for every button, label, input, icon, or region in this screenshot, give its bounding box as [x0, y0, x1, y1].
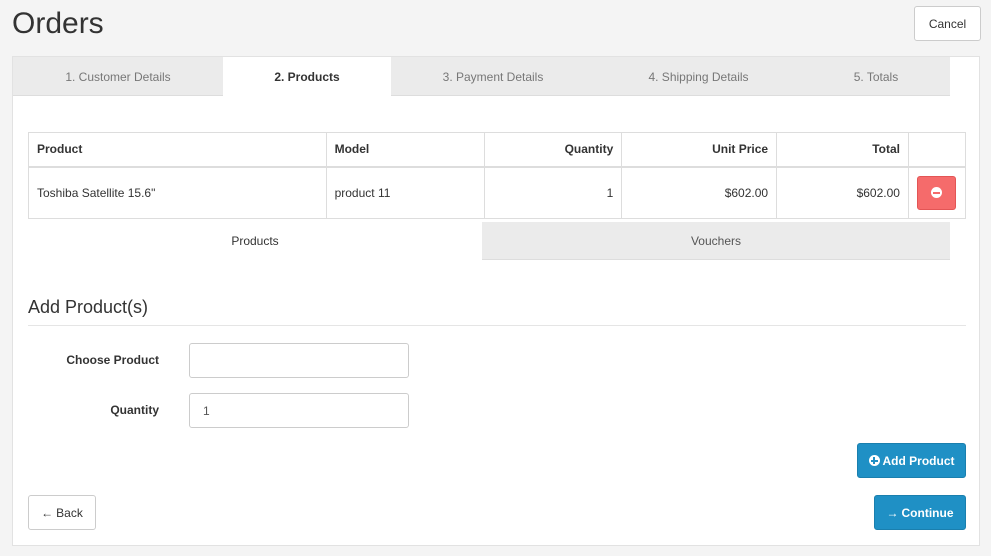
page-title: Orders	[12, 7, 104, 40]
tab-payment-details[interactable]: 3. Payment Details	[391, 57, 595, 96]
order-panel: 1. Customer Details 2. Products 3. Payme…	[12, 56, 980, 546]
header-total: Total	[776, 132, 909, 168]
cell-model: product 11	[325, 166, 486, 219]
tab-totals[interactable]: 5. Totals	[802, 57, 950, 96]
choose-product-input[interactable]	[189, 343, 409, 378]
tab-shipping-details[interactable]: 4. Shipping Details	[595, 57, 802, 96]
sub-tabs: Products Vouchers	[28, 222, 950, 260]
remove-product-button[interactable]	[917, 175, 957, 210]
quantity-label: Quantity	[110, 403, 159, 417]
tab-sub-vouchers[interactable]: Vouchers	[482, 222, 950, 260]
header-action	[907, 132, 967, 168]
cell-unit-price: $602.00	[621, 166, 778, 219]
cell-product: Toshiba Satellite 15.6"	[28, 166, 327, 219]
cell-quantity: 1	[484, 166, 623, 219]
quantity-input[interactable]	[189, 393, 409, 428]
back-label: Back	[56, 505, 83, 520]
minus-circle-icon	[931, 187, 943, 199]
add-product-label: Add Product	[882, 453, 955, 468]
add-product-button[interactable]: Add Product	[857, 443, 966, 478]
continue-label: Continue	[901, 505, 954, 520]
continue-button[interactable]: → Continue	[874, 495, 966, 530]
table-row: Toshiba Satellite 15.6" product 11 1 $60…	[28, 166, 967, 219]
plus-circle-icon	[868, 455, 880, 466]
arrow-right-icon: →	[886, 505, 899, 520]
section-divider	[28, 325, 966, 326]
tab-products[interactable]: 2. Products	[223, 57, 391, 97]
tab-customer-details[interactable]: 1. Customer Details	[13, 57, 223, 96]
arrow-left-icon: ←	[41, 505, 54, 520]
header-product: Product	[28, 132, 327, 168]
table-header-row: Product Model Quantity Unit Price Total	[28, 132, 967, 168]
cell-total: $602.00	[776, 166, 909, 219]
header-unit-price: Unit Price	[621, 132, 778, 168]
products-table: Product Model Quantity Unit Price Total …	[28, 132, 967, 219]
step-tabs: 1. Customer Details 2. Products 3. Payme…	[13, 57, 950, 97]
back-button[interactable]: ← Back	[28, 495, 96, 530]
add-products-heading: Add Product(s)	[28, 297, 149, 317]
cancel-button[interactable]: Cancel	[914, 6, 981, 41]
header-model: Model	[325, 132, 486, 168]
choose-product-label: Choose Product	[66, 353, 159, 367]
tab-sub-products[interactable]: Products	[28, 222, 482, 260]
header-quantity: Quantity	[484, 132, 623, 168]
cell-action	[907, 166, 967, 219]
